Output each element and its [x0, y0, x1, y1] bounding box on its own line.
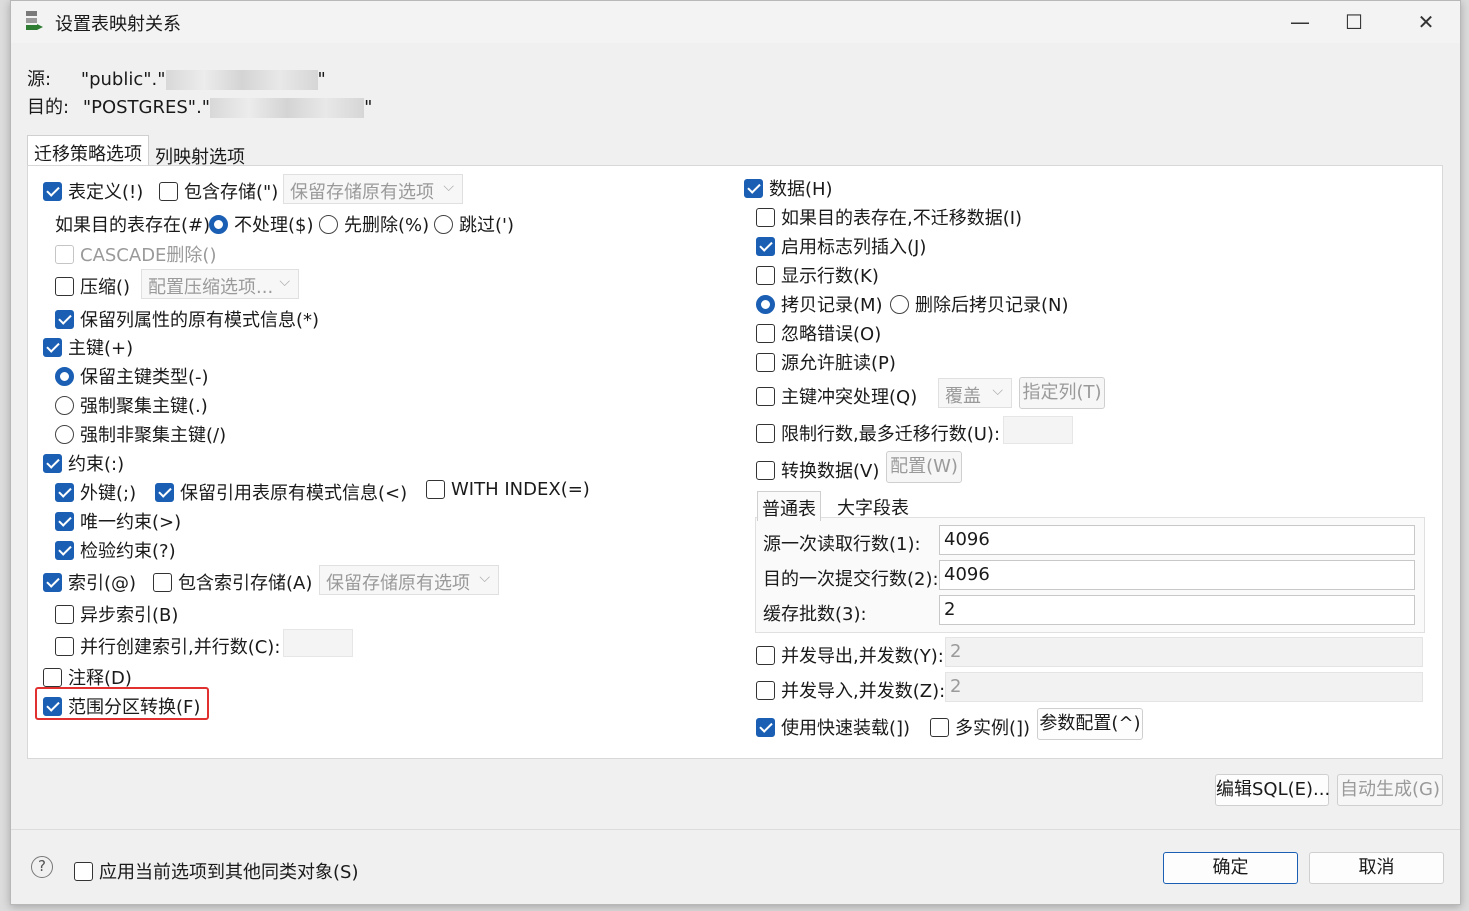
parallel-index-checkbox[interactable]: 并行创建索引,并行数(C):: [55, 633, 280, 659]
limit-rows-checkbox[interactable]: 限制行数,最多迁移行数(U):: [756, 420, 1000, 446]
title-bar: 设置表映射关系 — ☐ ✕: [11, 1, 1460, 43]
include-index-storage-checkbox[interactable]: 包含索引存储(A): [153, 569, 312, 595]
primary-key-checkbox[interactable]: 主键(+): [43, 334, 133, 360]
cancel-button[interactable]: 取消: [1309, 852, 1444, 884]
close-button[interactable]: ✕: [1399, 5, 1453, 39]
tab-normal-table[interactable]: 普通表: [757, 491, 821, 521]
no-migrate-if-exists-checkbox[interactable]: 如果目的表存在,不迁移数据(I): [756, 204, 1022, 230]
copy-records-radio[interactable]: 拷贝记录(M): [756, 291, 883, 317]
tab-migration-strategy[interactable]: 迁移策略选项: [27, 135, 149, 167]
force-noncluster-pk-radio[interactable]: 强制非聚集主键(/): [55, 421, 226, 447]
data-checkbox[interactable]: 数据(H): [744, 175, 833, 201]
keep-pk-type-radio[interactable]: 保留主键类型(-): [55, 363, 209, 389]
delete-then-copy-radio[interactable]: 删除后拷贝记录(N): [890, 291, 1069, 317]
keep-ref-schema-checkbox[interactable]: 保留引用表原有模式信息(<): [155, 479, 407, 505]
source-value: "public".": [80, 69, 166, 90]
specify-cols-button[interactable]: 指定列(T): [1019, 377, 1105, 409]
cache-batch-label: 缓存批数(3):: [763, 604, 867, 625]
identity-insert-checkbox[interactable]: 启用标志列插入(J): [756, 233, 926, 259]
compress-checkbox[interactable]: 压缩(): [55, 273, 130, 299]
include-storage-checkbox[interactable]: 包含存储("): [159, 178, 278, 204]
overwrite-select[interactable]: 覆盖 ⌵: [938, 378, 1012, 408]
blurred-name: [210, 98, 365, 118]
cascade-delete-checkbox[interactable]: CASCADE删除(): [55, 241, 216, 267]
constraint-checkbox[interactable]: 约束(:): [43, 450, 124, 476]
foreign-key-checkbox[interactable]: 外键(;): [55, 479, 136, 505]
keep-col-attr-checkbox[interactable]: 保留列属性的原有模式信息(*): [55, 306, 319, 332]
unique-constraint-checkbox[interactable]: 唯一约束(>): [55, 508, 181, 534]
limit-rows-input[interactable]: [1003, 416, 1073, 444]
config-w-button[interactable]: 配置(W): [886, 451, 962, 483]
parallel-export-input[interactable]: 2: [945, 637, 1423, 667]
source-row: 源: "public"." ": [27, 65, 326, 91]
source-quote: ": [317, 69, 326, 90]
fast-load-checkbox[interactable]: 使用快速装载(]): [756, 714, 910, 740]
commit-rows-input[interactable]: 4096: [939, 560, 1415, 590]
dialog-window: 设置表映射关系 — ☐ ✕ 源: "public"." " 目的: "POSTGR…: [10, 0, 1461, 905]
skip-radio[interactable]: 跳过('): [434, 211, 514, 237]
multi-instance-checkbox[interactable]: 多实例(]): [930, 714, 1030, 740]
dirty-read-checkbox[interactable]: 源允许脏读(P): [756, 349, 896, 375]
with-index-checkbox[interactable]: WITH INDEX(=): [426, 479, 590, 500]
footer-divider: [11, 829, 1460, 830]
check-constraint-checkbox[interactable]: 检验约束(?): [55, 537, 176, 563]
minimize-button[interactable]: —: [1273, 5, 1327, 39]
dest-row: 目的: "POSTGRES"." ": [27, 93, 372, 119]
table-mapping-icon: [26, 11, 43, 30]
force-cluster-pk-radio[interactable]: 强制聚集主键(.): [55, 392, 208, 418]
apply-to-similar-checkbox[interactable]: 应用当前选项到其他同类对象(S): [74, 858, 358, 884]
parallel-export-checkbox[interactable]: 并发导出,并发数(Y):: [756, 642, 944, 668]
read-rows-label: 源一次读取行数(1):: [763, 534, 921, 555]
edit-sql-button[interactable]: 编辑SQL(E)...: [1215, 774, 1330, 806]
source-label: 源:: [27, 69, 52, 90]
cache-batch-input[interactable]: 2: [939, 595, 1415, 625]
parallel-index-count-input[interactable]: [283, 629, 353, 657]
compress-config-select[interactable]: 配置压缩选项... ⌵: [141, 269, 299, 299]
if-dest-exists-label: 如果目的表存在(#): [55, 215, 211, 236]
storage-option-select[interactable]: 保留存储原有选项 ⌵: [283, 174, 463, 204]
dest-label: 目的:: [27, 97, 70, 118]
no-process-radio[interactable]: 不处理($): [209, 211, 314, 237]
highlight-box: [35, 687, 209, 720]
commit-rows-label: 目的一次提交行数(2):: [763, 569, 939, 590]
index-checkbox[interactable]: 索引(@): [43, 569, 136, 595]
maximize-button[interactable]: ☐: [1327, 5, 1381, 39]
tab-large-field-table[interactable]: 大字段表: [833, 491, 913, 521]
dest-quote: ": [364, 97, 373, 118]
drop-first-radio[interactable]: 先删除(%): [319, 211, 429, 237]
convert-data-checkbox[interactable]: 转换数据(V): [756, 457, 879, 483]
ignore-errors-checkbox[interactable]: 忽略错误(O): [756, 320, 881, 346]
help-icon[interactable]: ?: [31, 856, 53, 878]
parallel-import-checkbox[interactable]: 并发导入,并发数(Z):: [756, 677, 945, 703]
auto-generate-button[interactable]: 自动生成(G): [1337, 774, 1443, 806]
options-panel: [27, 165, 1443, 759]
window-title: 设置表映射关系: [55, 14, 181, 35]
blurred-name: [165, 70, 318, 90]
index-storage-select[interactable]: 保留存储原有选项 ⌵: [319, 565, 499, 595]
ok-button[interactable]: 确定: [1163, 852, 1298, 884]
table-def-checkbox[interactable]: 表定义(!): [43, 178, 143, 204]
async-index-checkbox[interactable]: 异步索引(B): [55, 601, 178, 627]
dest-value: "POSTGRES".": [82, 97, 211, 118]
parallel-import-input[interactable]: 2: [945, 672, 1423, 702]
show-rows-checkbox[interactable]: 显示行数(K): [756, 262, 879, 288]
pk-conflict-checkbox[interactable]: 主键冲突处理(Q): [756, 383, 917, 409]
read-rows-input[interactable]: 4096: [939, 525, 1415, 555]
param-config-button[interactable]: 参数配置(^): [1037, 708, 1143, 740]
